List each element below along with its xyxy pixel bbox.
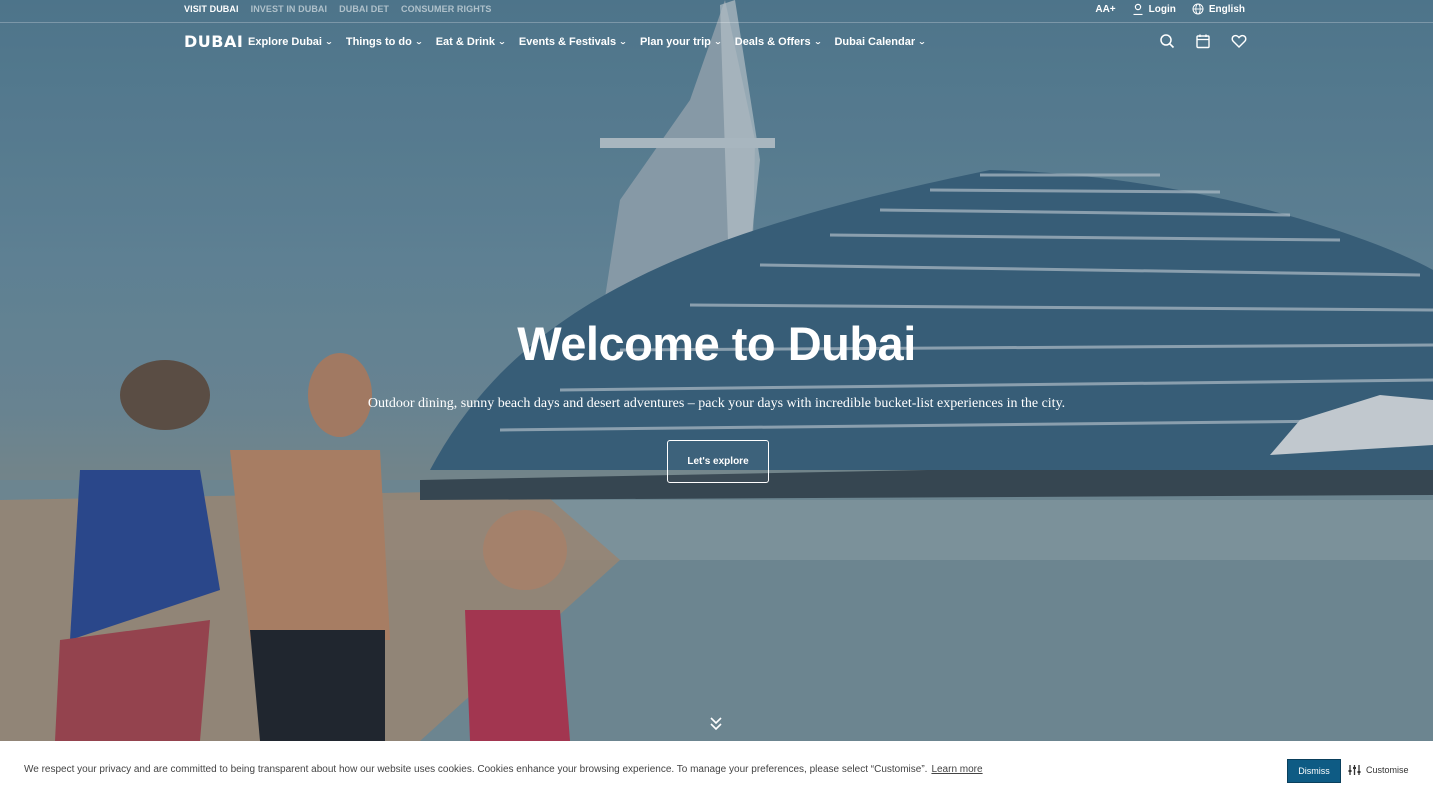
- chevron-down-icon: ⌄: [713, 39, 722, 46]
- scroll-down-icon[interactable]: [709, 716, 723, 732]
- nav-item-label: Deals & Offers: [734, 36, 811, 48]
- cookie-message-text: We respect your privacy and are committe…: [24, 764, 928, 775]
- cookie-banner: We respect your privacy and are committe…: [0, 741, 1433, 804]
- topbar-link-dubai-det[interactable]: DUBAI DET: [339, 4, 389, 14]
- search-icon[interactable]: [1159, 33, 1175, 49]
- nav-item-label: Events & Festivals: [518, 36, 617, 48]
- utility-bar: VISIT DUBAI INVEST IN DUBAI DUBAI DET CO…: [0, 0, 1433, 23]
- text-size-label: AA+: [1095, 3, 1116, 15]
- chevron-down-icon: ⌄: [917, 39, 927, 46]
- text-size-button[interactable]: AA+: [1095, 4, 1115, 15]
- chevron-down-icon: ⌄: [324, 39, 334, 46]
- nav-item-events-festivals[interactable]: Events & Festivals ⌄: [518, 36, 628, 48]
- sliders-icon: [1348, 765, 1361, 775]
- topbar-link-visit-dubai[interactable]: VISIT DUBAI: [184, 4, 239, 14]
- learn-more-link[interactable]: Learn more: [931, 764, 982, 775]
- globe-icon: [1192, 3, 1204, 15]
- nav-menu: Explore Dubai ⌄ Things to do ⌄ Eat & Drink…: [248, 36, 927, 48]
- chevron-down-icon: ⌄: [497, 39, 507, 46]
- calendar-icon[interactable]: [1195, 33, 1211, 49]
- customise-button[interactable]: Customise: [1348, 764, 1409, 776]
- chevron-down-icon: ⌄: [813, 39, 822, 46]
- language-selector[interactable]: English: [1192, 3, 1245, 15]
- chevron-down-icon: ⌄: [414, 39, 423, 46]
- nav-item-things-to-do[interactable]: Things to do ⌄: [345, 36, 423, 48]
- hero-title: Welcome to Dubai: [517, 317, 916, 370]
- customise-label: Customise: [1366, 765, 1409, 775]
- heart-icon[interactable]: [1231, 33, 1247, 49]
- nav-item-label: Explore Dubai: [248, 36, 322, 48]
- dismiss-button[interactable]: Dismiss: [1287, 759, 1341, 783]
- nav-item-label: Things to do: [345, 36, 412, 48]
- nav-item-label: Eat & Drink: [435, 36, 495, 48]
- topbar-link-consumer-rights[interactable]: CONSUMER RIGHTS: [401, 4, 492, 14]
- user-icon: [1133, 3, 1143, 15]
- dubai-logo[interactable]: DUBAI: [184, 32, 243, 51]
- login-label: Login: [1148, 3, 1176, 15]
- cookie-message: We respect your privacy and are committe…: [24, 764, 983, 775]
- language-label: English: [1208, 3, 1245, 15]
- nav-item-label: Dubai Calendar: [834, 36, 916, 48]
- nav-item-explore-dubai[interactable]: Explore Dubai ⌄: [248, 36, 334, 48]
- nav-item-eat-drink[interactable]: Eat & Drink ⌄: [435, 36, 507, 48]
- nav-item-plan-your-trip[interactable]: Plan your trip ⌄: [639, 36, 722, 48]
- topbar-link-invest-in-dubai[interactable]: INVEST IN DUBAI: [251, 4, 328, 14]
- chevron-down-icon: ⌄: [618, 39, 628, 46]
- hero-subtitle: Outdoor dining, sunny beach days and des…: [367, 396, 1066, 411]
- nav-item-label: Plan your trip: [639, 36, 711, 48]
- nav-actions: [1159, 33, 1247, 49]
- login-button[interactable]: Login: [1132, 3, 1176, 15]
- nav-item-deals-offers[interactable]: Deals & Offers ⌄: [734, 36, 822, 48]
- lets-explore-button[interactable]: Let's explore: [667, 440, 769, 483]
- main-navigation: DUBAI Explore Dubai ⌄ Things to do ⌄ Eat &…: [0, 24, 1433, 62]
- nav-item-dubai-calendar[interactable]: Dubai Calendar ⌄: [834, 36, 927, 48]
